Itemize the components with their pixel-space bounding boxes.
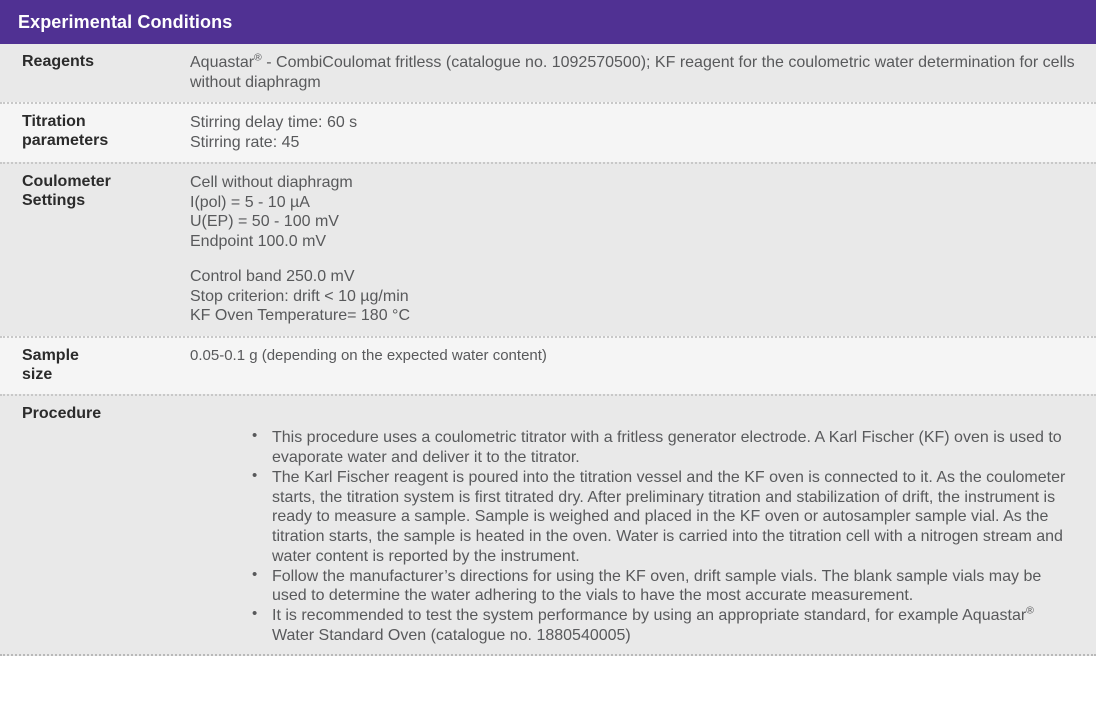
registered-mark-procedure: ®: [1026, 604, 1034, 617]
row-label-coulometer-line2: Settings: [22, 191, 86, 209]
experimental-conditions-table: Experimental Conditions Reagents Aquasta…: [0, 0, 1096, 656]
row-value-titration-parameters: Stirring delay time: 60 s Stirring rate:…: [190, 104, 1096, 162]
row-label-coulometer-line1: Coulometer: [22, 173, 111, 191]
row-label-sample-size-line1: Sample: [22, 346, 79, 364]
coulometer-line-2: I(pol) = 5 - 10 µA: [190, 193, 310, 211]
titration-line-2: Stirring rate: 45: [190, 133, 300, 151]
row-label-titration-line1: Titration: [22, 113, 86, 131]
coulometer-line-4: Endpoint 100.0 mV: [190, 232, 327, 250]
row-label-sample-size: Sample size: [0, 338, 190, 395]
coulometer-line-6: Stop criterion: drift < 10 µg/min: [190, 287, 409, 305]
table-row-sample-size: Sample size 0.05-0.1 g (depending on the…: [0, 335, 1096, 395]
coulometer-blank-line: [190, 251, 1082, 267]
row-label-procedure: Procedure: [22, 405, 102, 423]
row-label-sample-size-line2: size: [22, 365, 53, 383]
row-label-coulometer-settings: Coulometer Settings: [0, 164, 190, 336]
titration-line-1: Stirring delay time: 60 s: [190, 114, 358, 132]
row-label-titration-line2: parameters: [22, 131, 109, 149]
page-title: Experimental Conditions: [18, 12, 233, 32]
table-row-reagents: Reagents Aquastar® - CombiCoulomat fritl…: [0, 44, 1096, 103]
list-item: Follow the manufacturer’s directions for…: [252, 566, 1078, 607]
procedure-bullet-list: This procedure uses a coulometric titrat…: [0, 427, 1078, 646]
procedure-last-part2: Water Standard Oven (catalogue no. 18805…: [272, 626, 631, 644]
row-label-reagents: Reagents: [22, 53, 95, 70]
coulometer-line-7: KF Oven Temperature= 180 °C: [190, 307, 410, 325]
table-row-procedure: Procedure This procedure uses a coulomet…: [0, 394, 1096, 654]
reagents-text: Aquastar® - CombiCoulomat fritless (cata…: [190, 51, 1082, 92]
row-value-sample-size: 0.05-0.1 g (depending on the expected wa…: [190, 338, 1096, 395]
coulometer-line-5: Control band 250.0 mV: [190, 268, 355, 286]
table-row-coulometer-settings: Coulometer Settings Cell without diaphra…: [0, 162, 1096, 336]
coulometer-line-3: U(EP) = 50 - 100 mV: [190, 213, 339, 231]
procedure-last-part1: It is recommended to test the system per…: [272, 607, 1027, 625]
reagents-text-part2: - CombiCoulomat fritless (catalogue no. …: [190, 54, 1075, 91]
row-value-coulometer-settings: Cell without diaphragm I(pol) = 5 - 10 µ…: [190, 164, 1096, 336]
sample-size-value: 0.05-0.1 g (depending on the expected wa…: [190, 346, 547, 364]
list-item: It is recommended to test the system per…: [252, 604, 1078, 646]
reagents-text-part1: Aquastar: [190, 54, 255, 71]
coulometer-line-1: Cell without diaphragm: [190, 174, 353, 192]
registered-mark-reagents: ®: [254, 51, 262, 64]
table-row-titration-parameters: Titration parameters Stirring delay time…: [0, 102, 1096, 163]
row-label-titration-parameters: Titration parameters: [0, 104, 190, 162]
list-item: The Karl Fischer reagent is poured into …: [252, 467, 1078, 567]
table-header-bar: Experimental Conditions: [0, 0, 1096, 44]
row-value-reagents: Aquastar® - CombiCoulomat fritless (cata…: [190, 44, 1096, 102]
list-item: This procedure uses a coulometric titrat…: [252, 427, 1078, 468]
